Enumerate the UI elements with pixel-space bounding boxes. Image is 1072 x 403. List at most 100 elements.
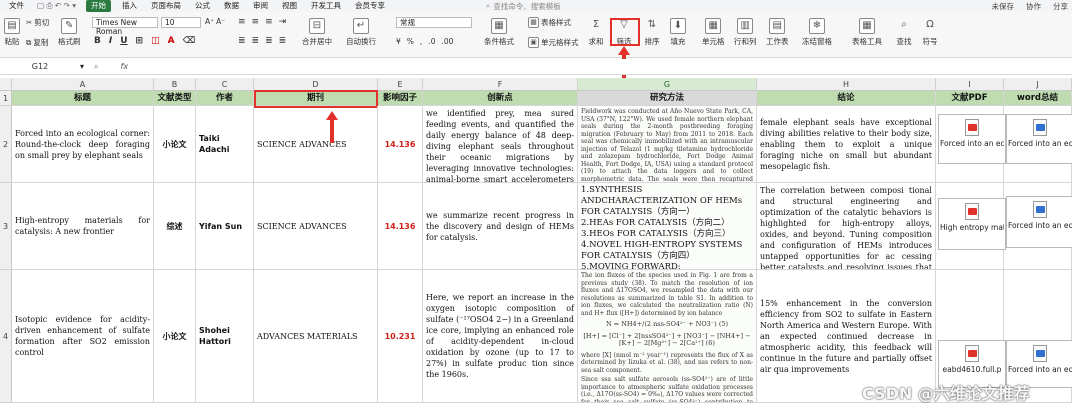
col-header-g[interactable]: G	[578, 78, 757, 91]
row-header-1[interactable]: 1	[0, 91, 12, 106]
word-attachment[interactable]: Forced into an ecological corne	[1006, 196, 1072, 248]
cell-journal[interactable]: SCIENCE ADVANCES	[254, 106, 378, 183]
align-center-icon[interactable]: ≣	[252, 36, 260, 46]
chevron-down-icon[interactable]: ▾	[80, 62, 84, 71]
menu-view[interactable]: 视图	[275, 0, 304, 12]
percent-icon[interactable]: %	[407, 37, 414, 46]
italic-icon[interactable]: I	[109, 36, 112, 46]
indent-icon[interactable]: ⇥	[279, 17, 287, 27]
header-pdf[interactable]: 文献PDF	[936, 91, 1004, 106]
col-header-c[interactable]: C	[196, 78, 254, 91]
cell-title[interactable]: High-entropy materials for catalysis: A …	[12, 183, 154, 270]
wrap-text-button[interactable]: ↵ 自动换行	[346, 18, 376, 47]
cell-innovation[interactable]: Here, we report an increase in the oxyge…	[423, 270, 578, 403]
align-top-icon[interactable]: ≡	[238, 17, 246, 27]
conditional-format-button[interactable]: ▦ 条件格式	[484, 18, 514, 47]
cell-author[interactable]: Yifan Sun	[196, 183, 254, 270]
cell-title[interactable]: Isotopic evidence for acidity-driven enh…	[12, 270, 154, 403]
select-all-corner[interactable]	[0, 78, 12, 91]
justify-icon[interactable]: ≣	[279, 36, 287, 46]
table-tools-button[interactable]: ▦ 表格工具	[852, 18, 882, 47]
command-search[interactable]: ⌕ 查找命令、搜索模板	[486, 1, 561, 11]
cell-conclusion[interactable]: female elephant seals have exceptional d…	[757, 106, 936, 183]
sum-button[interactable]: Σ 求和	[588, 18, 604, 47]
col-header-h[interactable]: H	[757, 78, 936, 91]
cell-innovation[interactable]: we summarize recent progress in the disc…	[423, 183, 578, 270]
table-style-button[interactable]: ▦ 表格样式	[528, 17, 571, 28]
worksheet-button[interactable]: ▤ 工作表	[766, 18, 789, 47]
cell-journal[interactable]: ADVANCES MATERIALS	[254, 270, 378, 403]
pdf-attachment[interactable]: High entropy materials for cat	[938, 198, 1006, 250]
menu-formulas[interactable]: 公式	[188, 0, 217, 12]
menu-data[interactable]: 数据	[217, 0, 246, 12]
cell-conclusion[interactable]: The correlation between composi tional a…	[757, 183, 936, 270]
cell-journal[interactable]: SCIENCE ADVANCES	[254, 183, 378, 270]
cell-impact[interactable]: 14.136	[378, 183, 423, 270]
word-attachment[interactable]: Forced into an ecological corne	[1006, 114, 1072, 164]
font-style-buttons[interactable]: B I U ⊞ ◫ A ⌫	[94, 36, 195, 46]
header-impact[interactable]: 影响因子	[378, 91, 423, 106]
paste-button[interactable]: ▤ 粘贴	[4, 18, 20, 47]
row-header-2[interactable]: 2	[0, 106, 12, 183]
fill-color-icon[interactable]: ◫	[151, 36, 160, 46]
align-bottom-icon[interactable]: ≡	[265, 17, 273, 27]
font-size-select[interactable]: 10	[161, 17, 201, 28]
pdf-attachment[interactable]: Forced into an ecological corne	[938, 114, 1006, 164]
header-conclusion[interactable]: 结论	[757, 91, 936, 106]
cell-author[interactable]: Taiki Adachi	[196, 106, 254, 183]
unsaved-status[interactable]: 未保存	[992, 1, 1015, 12]
cell-method[interactable]: Fieldwork was conducted at Año Nuevo Sta…	[578, 106, 757, 183]
merge-center-button[interactable]: ⊟ 合并居中	[302, 18, 332, 47]
quick-access-icons[interactable]: ▢ ⎙ ↶ ↷ ▾	[31, 1, 82, 11]
align-right-icon[interactable]: ≣	[265, 36, 273, 46]
menu-review[interactable]: 审阅	[246, 0, 275, 12]
row-header-3[interactable]: 3	[0, 183, 12, 270]
cell-author[interactable]: Shohei Hattori	[196, 270, 254, 403]
bold-icon[interactable]: B	[94, 36, 101, 46]
find-button[interactable]: ⌕ 查找	[896, 18, 912, 47]
zoom-icon[interactable]: ⌕	[94, 62, 98, 72]
h-alignment-buttons[interactable]: ≣ ≣ ≣ ≣	[238, 36, 286, 46]
underline-icon[interactable]: U	[120, 36, 127, 46]
col-header-f[interactable]: F	[423, 78, 578, 91]
format-painter-button[interactable]: ✎ 格式刷	[58, 18, 81, 47]
number-buttons[interactable]: ¥ % , .0 .00	[396, 37, 453, 46]
col-header-a[interactable]: A	[12, 78, 154, 91]
header-title[interactable]: 标题	[12, 91, 154, 106]
spreadsheet-grid[interactable]: A B C D E F G H I J 1 标题 文献类型 作者 期刊 影响因子…	[0, 78, 1072, 403]
row-header-4[interactable]: 4	[0, 270, 12, 403]
menu-page-layout[interactable]: 页面布局	[144, 0, 188, 12]
clear-format-icon[interactable]: ⌫	[183, 36, 196, 46]
col-header-j[interactable]: J	[1004, 78, 1072, 91]
fill-button[interactable]: ⬇ 填充	[670, 18, 686, 47]
number-format-select[interactable]: 常规	[396, 17, 472, 28]
font-name-select[interactable]: Times New Roman	[92, 17, 158, 36]
cell-type[interactable]: 小论文	[154, 270, 196, 403]
header-method[interactable]: 研究方法	[578, 91, 757, 106]
collaborate-button[interactable]: 协作	[1026, 1, 1041, 12]
cell-type[interactable]: 综述	[154, 183, 196, 270]
cells-button[interactable]: ▦ 单元格	[702, 18, 725, 47]
menu-home[interactable]: 开始	[85, 0, 111, 12]
cell-method[interactable]: The ion fluxes of the species used in Fi…	[578, 270, 757, 403]
copy-button[interactable]: ⧉ 复制	[26, 37, 48, 48]
header-type[interactable]: 文献类型	[154, 91, 196, 106]
fx-icon[interactable]: fx	[121, 62, 129, 71]
header-author[interactable]: 作者	[196, 91, 254, 106]
col-header-e[interactable]: E	[378, 78, 423, 91]
decrease-decimal-icon[interactable]: .00	[441, 37, 453, 46]
currency-icon[interactable]: ¥	[396, 37, 401, 46]
cell-method[interactable]: 1.SYNTHESIS ANDCHARACTERIZATION OF HEMs …	[578, 183, 757, 270]
name-box[interactable]: G12	[0, 62, 80, 71]
border-icon[interactable]: ⊞	[136, 36, 144, 46]
menu-member[interactable]: 会员专享	[348, 0, 392, 12]
menu-developer[interactable]: 开发工具	[304, 0, 348, 12]
alignment-buttons[interactable]: ≡ ≡ ≡ ⇥	[238, 17, 286, 27]
menu-insert[interactable]: 插入	[115, 0, 144, 12]
menu-file[interactable]: 文件	[2, 0, 31, 12]
cell-type[interactable]: 小论文	[154, 106, 196, 183]
cell-innovation[interactable]: we identified prey, mea sured feeding ev…	[423, 106, 578, 183]
rows-cols-button[interactable]: ▥ 行和列	[734, 18, 757, 47]
col-header-i[interactable]: I	[936, 78, 1004, 91]
align-middle-icon[interactable]: ≡	[252, 17, 260, 27]
